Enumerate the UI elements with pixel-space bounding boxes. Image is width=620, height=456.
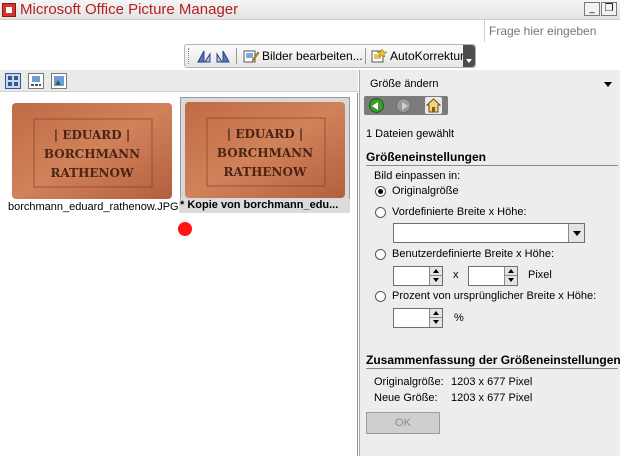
autocorrect-button[interactable]: AutoKorrektur: [390, 49, 464, 63]
original-size-value: 1203 x 677 Pixel: [451, 376, 533, 388]
ok-button[interactable]: OK: [366, 412, 440, 434]
window-title: Microsoft Office Picture Manager: [20, 1, 239, 18]
thumbnail-area: | EDUARD | BORCHMANN RATHENOW borchmann_…: [0, 93, 358, 456]
back-arrow-icon[interactable]: [369, 98, 384, 113]
toolbar-separator: [365, 48, 366, 64]
minimize-button[interactable]: _: [584, 2, 600, 16]
autocorrect-icon[interactable]: [371, 48, 387, 64]
original-size-label: Originalgröße:: [374, 376, 444, 388]
task-pane-navigation: [364, 96, 448, 115]
resize-task-pane: Größe ändern 1 Dateien gewählt Größenein…: [359, 70, 620, 456]
thumbnails-view-icon[interactable]: [5, 73, 21, 89]
predefined-size-radio[interactable]: [375, 207, 386, 218]
selected-thumbnail-frame[interactable]: | EDUARD | BORCHMANN RATHENOW: [180, 97, 350, 205]
stamp-line-1: | EDUARD |: [54, 128, 130, 142]
spin-up-icon[interactable]: [504, 267, 517, 276]
custom-size-option-label[interactable]: Benutzerdefinierte Breite x Höhe:: [392, 248, 554, 260]
edit-pictures-icon[interactable]: [243, 48, 259, 64]
pixel-unit-label: Pixel: [528, 269, 552, 281]
picture-toolbar: Bilder bearbeiten... AutoKorrektur: [184, 44, 476, 68]
home-icon[interactable]: [425, 97, 442, 114]
percent-size-option-label[interactable]: Prozent von ursprünglicher Breite x Höhe…: [392, 290, 596, 302]
task-pane-dropdown-icon[interactable]: [604, 82, 612, 87]
section-divider: [366, 165, 618, 166]
stamp-line-2: BORCHMANN: [44, 147, 140, 161]
title-bar: Microsoft Office Picture Manager _ ❐: [0, 0, 620, 20]
thumbnail-filename[interactable]: borchmann_eduard_rathenow.JPG: [8, 201, 179, 213]
stamp-line-3: RATHENOW: [51, 166, 134, 180]
toolbar-options-chevron[interactable]: [463, 45, 475, 67]
toolbar-grip[interactable]: [188, 48, 191, 64]
spin-up-icon[interactable]: [429, 309, 442, 318]
single-picture-view-icon[interactable]: [51, 73, 67, 89]
thumbnail-image[interactable]: | EDUARD | BORCHMANN RATHENOW: [12, 103, 172, 199]
times-separator: x: [453, 269, 459, 281]
new-size-label: Neue Größe:: [374, 392, 438, 404]
stamp-line-1: | EDUARD |: [227, 127, 303, 141]
task-pane-title: Größe ändern: [370, 78, 439, 90]
thumbnail-image: | EDUARD | BORCHMANN RATHENOW: [185, 102, 345, 198]
spin-down-icon[interactable]: [429, 318, 442, 327]
dropdown-arrow-icon[interactable]: [568, 224, 584, 242]
original-size-radio[interactable]: [375, 186, 386, 197]
toolbar-separator: [236, 48, 237, 64]
percent-stepper[interactable]: [393, 308, 443, 328]
forward-arrow-icon[interactable]: [396, 98, 411, 113]
files-selected-count: 1 Dateien gewählt: [366, 128, 455, 140]
selected-thumbnail-filename[interactable]: * Kopie von borchmann_edu...: [179, 199, 350, 213]
stamp-line-2: BORCHMANN: [217, 146, 313, 160]
task-pane-header[interactable]: Größe ändern: [360, 74, 620, 92]
cursor-marker: [178, 222, 192, 236]
size-summary-heading: Zusammenfassung der Größeneinstellungen: [366, 353, 620, 367]
custom-size-radio[interactable]: [375, 249, 386, 260]
custom-width-stepper[interactable]: [393, 266, 443, 286]
original-size-option-label[interactable]: Originalgröße: [392, 185, 459, 197]
restore-button[interactable]: ❐: [601, 2, 617, 16]
rotate-right-icon[interactable]: [215, 48, 231, 64]
rotate-left-icon[interactable]: [196, 48, 212, 64]
help-search-input[interactable]: [484, 20, 620, 42]
percent-unit-label: %: [454, 312, 464, 324]
spin-up-icon[interactable]: [429, 267, 442, 276]
new-size-value: 1203 x 677 Pixel: [451, 392, 533, 404]
spin-down-icon[interactable]: [504, 276, 517, 285]
picture-manager-app-icon[interactable]: [2, 3, 16, 17]
section-divider: [366, 368, 618, 369]
predefined-size-option-label[interactable]: Vordefinierte Breite x Höhe:: [392, 206, 527, 218]
stamp-line-3: RATHENOW: [224, 165, 307, 179]
view-toolbar: [0, 70, 358, 92]
size-settings-heading: Größeneinstellungen: [366, 150, 487, 164]
filmstrip-view-icon[interactable]: [28, 73, 44, 89]
spin-down-icon[interactable]: [429, 276, 442, 285]
edit-pictures-button[interactable]: Bilder bearbeiten...: [262, 49, 363, 63]
custom-height-stepper[interactable]: [468, 266, 518, 286]
fit-picture-label: Bild einpassen in:: [374, 170, 461, 182]
predefined-size-dropdown[interactable]: [393, 223, 585, 243]
percent-size-radio[interactable]: [375, 291, 386, 302]
